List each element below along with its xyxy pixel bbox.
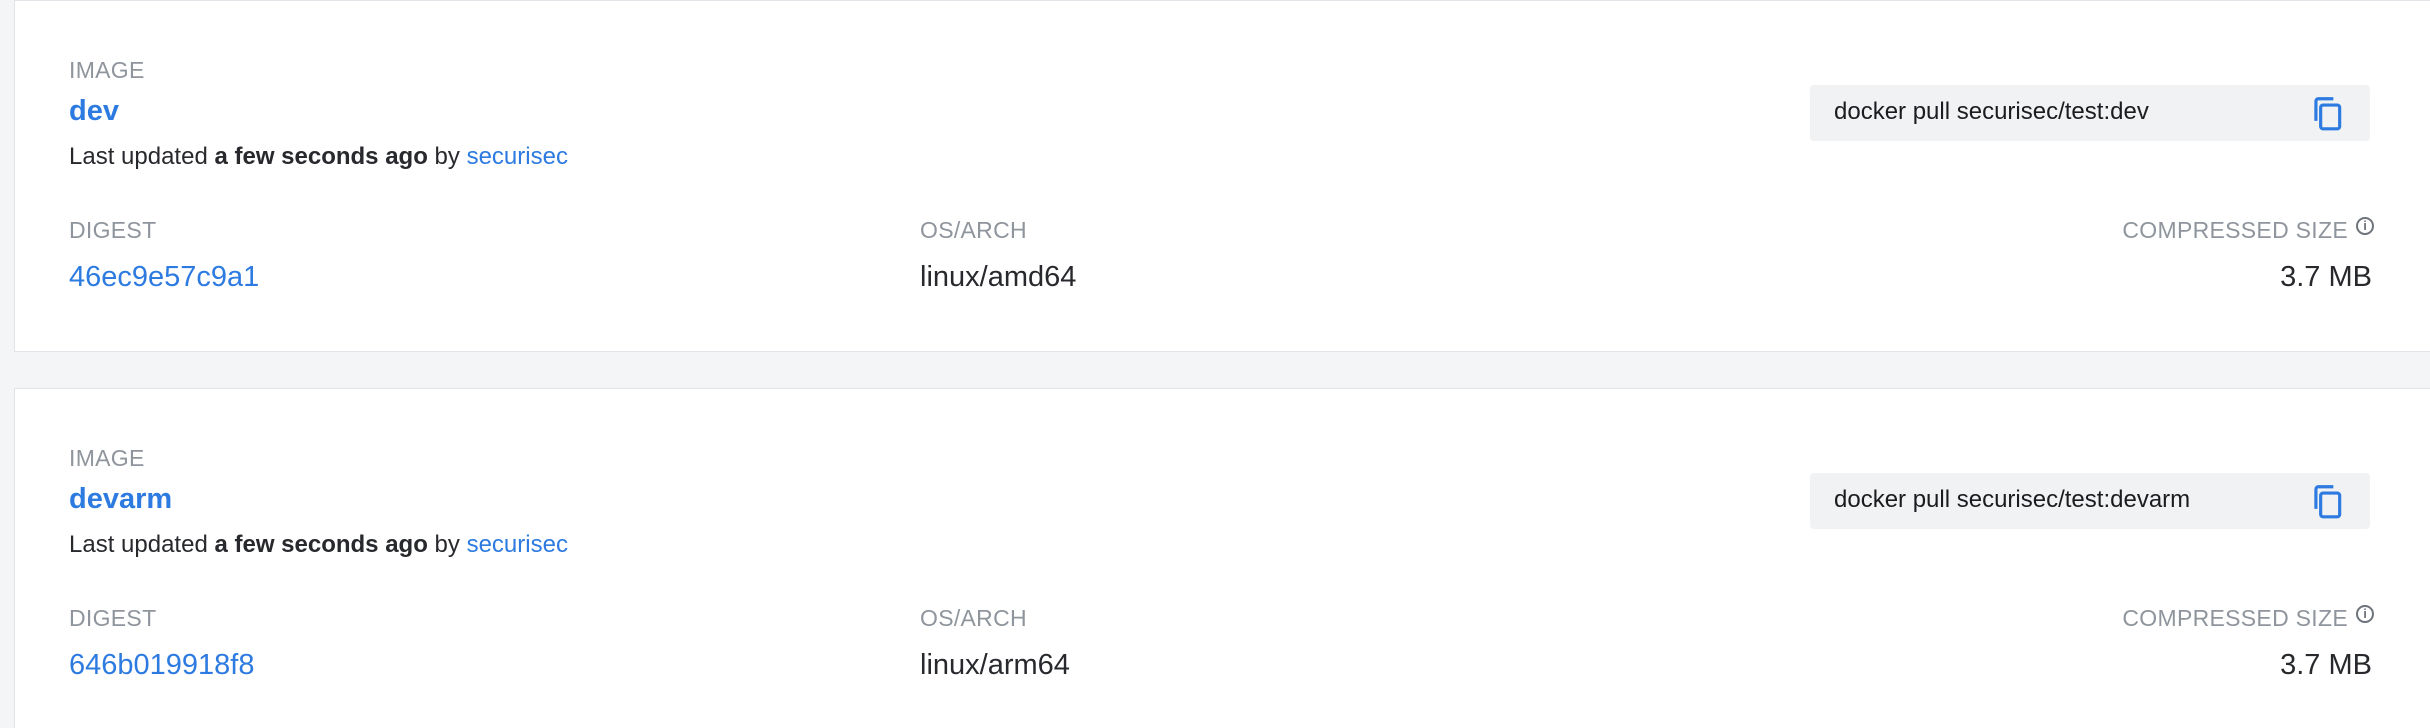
updated-prefix: Last updated [69, 143, 208, 170]
image-section-label: IMAGE [69, 57, 145, 83]
compressed-size-label: COMPRESSED SIZE [2122, 217, 2348, 243]
compressed-size-value: 3.7 MB [2280, 649, 2372, 681]
updated-by-word: by [434, 143, 460, 170]
pull-command-box: docker pull securisec/test:devarm [1810, 473, 2370, 529]
image-list: IMAGE dev Last updated a few seconds ago… [0, 0, 2430, 728]
info-icon[interactable]: i [2356, 217, 2374, 235]
updated-by-user-link[interactable]: securisec [467, 531, 568, 558]
copy-icon[interactable] [2308, 94, 2346, 132]
digest-link[interactable]: 646b019918f8 [69, 649, 254, 682]
digest-label: DIGEST [69, 605, 157, 631]
updated-prefix: Last updated [69, 531, 208, 558]
os-arch-label: OS/ARCH [920, 605, 1027, 631]
info-icon[interactable]: i [2356, 605, 2374, 623]
updated-time: a few seconds ago [214, 531, 428, 558]
compressed-size-value: 3.7 MB [2280, 261, 2372, 293]
os-arch-value: linux/amd64 [920, 261, 1077, 293]
digest-link[interactable]: 46ec9e57c9a1 [69, 261, 259, 294]
pull-command-text: docker pull securisec/test:dev [1834, 98, 2149, 125]
last-updated-text: Last updated a few seconds ago by securi… [69, 531, 568, 559]
updated-time: a few seconds ago [214, 143, 428, 170]
os-arch-label: OS/ARCH [920, 217, 1027, 243]
image-tag-link[interactable]: dev [69, 95, 119, 128]
pull-command-box: docker pull securisec/test:dev [1810, 85, 2370, 141]
compressed-size-label: COMPRESSED SIZE [2122, 605, 2348, 631]
image-section-label: IMAGE [69, 445, 145, 471]
image-card: IMAGE dev Last updated a few seconds ago… [14, 0, 2430, 352]
os-arch-value: linux/arm64 [920, 649, 1070, 681]
image-tag-link[interactable]: devarm [69, 483, 172, 516]
pull-command-text: docker pull securisec/test:devarm [1834, 486, 2191, 513]
digest-label: DIGEST [69, 217, 157, 243]
updated-by-word: by [434, 531, 460, 558]
last-updated-text: Last updated a few seconds ago by securi… [69, 143, 568, 171]
image-card: IMAGE devarm Last updated a few seconds … [14, 388, 2430, 728]
copy-icon[interactable] [2308, 482, 2346, 520]
updated-by-user-link[interactable]: securisec [467, 143, 568, 170]
